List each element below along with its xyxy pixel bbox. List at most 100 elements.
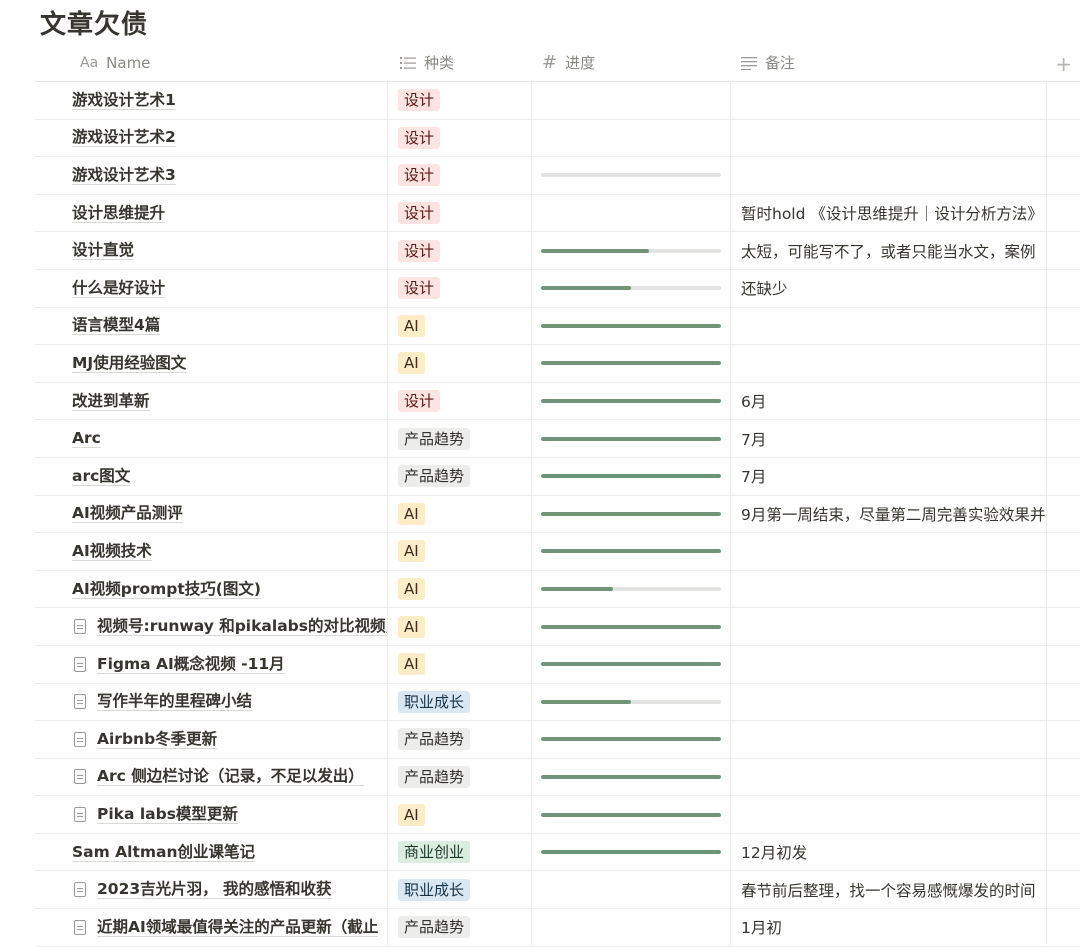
cell-progress[interactable] [532, 645, 731, 683]
cell-note[interactable]: 还缺少 [731, 269, 1047, 307]
cell-name[interactable]: 语言模型4篇 [35, 307, 388, 345]
cell-note[interactable] [731, 721, 1047, 758]
row-title[interactable]: 写作半年的里程碑小结 [97, 692, 253, 712]
cell-progress[interactable] [532, 683, 731, 721]
row-title[interactable]: 设计思维提升 [72, 204, 166, 223]
row-title[interactable]: AI视频技术 [72, 542, 152, 561]
cell-note[interactable] [731, 683, 1047, 721]
cell-kind[interactable]: 职业成长 [388, 683, 532, 721]
cell-name[interactable]: Arc [35, 420, 388, 457]
table-row[interactable]: Arc 侧边栏讨论（记录，不足以发出） 产品趋势 [35, 758, 1080, 797]
table-row[interactable]: AI视频产品测评 AI 9月第一周结束，尽量第二周完善实验效果并 [35, 495, 1080, 534]
cell-name[interactable]: arc图文 [35, 457, 388, 495]
cell-progress[interactable] [532, 608, 731, 645]
cell-name[interactable]: 什么是好设计 [35, 269, 388, 307]
row-title[interactable]: Figma AI概念视频 -11月 [97, 655, 285, 674]
cell-kind[interactable]: 设计 [388, 82, 532, 119]
cell-progress[interactable] [532, 194, 731, 232]
cell-name[interactable]: 游戏设计艺术2 [35, 119, 388, 157]
cell-name[interactable]: 近期AI领域最值得关注的产品更新（截止 [35, 909, 388, 946]
column-header-name[interactable]: Aa Name [35, 44, 388, 81]
cell-note[interactable]: 12月初发 [731, 833, 1047, 871]
cell-progress[interactable] [532, 457, 731, 495]
table-row[interactable]: 改进到革新 设计 6月 [35, 382, 1080, 421]
cell-name[interactable]: AI视频产品测评 [35, 495, 388, 533]
cell-name[interactable]: Figma AI概念视频 -11月 [35, 645, 388, 683]
cell-name[interactable]: Arc 侧边栏讨论（记录，不足以发出） [35, 758, 388, 796]
cell-note[interactable] [731, 157, 1047, 194]
table-row[interactable]: 什么是好设计 设计 还缺少 [35, 269, 1080, 308]
row-title[interactable]: 2023吉光片羽， 我的感悟和收获 [97, 880, 332, 900]
table-row[interactable]: 游戏设计艺术3 设计 [35, 157, 1080, 195]
cell-progress[interactable] [532, 82, 731, 119]
row-title[interactable]: 语言模型4篇 [72, 316, 161, 336]
cell-note[interactable] [731, 608, 1047, 645]
cell-kind[interactable]: 设计 [388, 269, 532, 307]
cell-note[interactable] [731, 570, 1047, 608]
cell-kind[interactable]: 产品趋势 [388, 758, 532, 796]
cell-note[interactable] [731, 758, 1047, 796]
cell-note[interactable] [731, 345, 1047, 382]
cell-kind[interactable]: 设计 [388, 194, 532, 232]
cell-note[interactable]: 9月第一周结束，尽量第二周完善实验效果并 [731, 495, 1047, 533]
cell-progress[interactable] [532, 758, 731, 796]
table-row[interactable]: MJ使用经验图文 AI [35, 345, 1080, 383]
cell-name[interactable]: 写作半年的里程碑小结 [35, 683, 388, 721]
cell-progress[interactable] [532, 232, 731, 269]
cell-kind[interactable]: 产品趋势 [388, 721, 532, 758]
cell-progress[interactable] [532, 420, 731, 457]
cell-note[interactable]: 太短，可能写不了，或者只能当水文，案例 [731, 232, 1047, 269]
cell-kind[interactable]: 职业成长 [388, 871, 532, 909]
cell-name[interactable]: 改进到革新 [35, 382, 388, 420]
table-row[interactable]: 设计直觉 设计 太短，可能写不了，或者只能当水文，案例 [35, 232, 1080, 270]
table-row[interactable]: 写作半年的里程碑小结 职业成长 [35, 683, 1080, 722]
cell-note[interactable]: 1月初 [731, 909, 1047, 946]
row-title[interactable]: 游戏设计艺术1 [72, 91, 176, 110]
cell-progress[interactable] [532, 833, 731, 871]
table-row[interactable]: Arc 产品趋势 7月 [35, 420, 1080, 458]
table-row[interactable]: 视频号:runway 和pikalabs的对比视频,结 AI [35, 608, 1080, 646]
cell-note[interactable]: 暂时hold 《设计思维提升｜设计分析方法》 [731, 194, 1047, 232]
cell-name[interactable]: Sam Altman创业课笔记 [35, 833, 388, 871]
cell-kind[interactable]: 设计 [388, 232, 532, 269]
cell-progress[interactable] [532, 345, 731, 382]
cell-progress[interactable] [532, 909, 731, 946]
cell-kind[interactable]: 产品趋势 [388, 457, 532, 495]
cell-name[interactable]: Pika labs模型更新 [35, 796, 388, 833]
row-title[interactable]: 设计直觉 [72, 241, 135, 261]
cell-name[interactable]: 设计直觉 [35, 232, 388, 269]
cell-note[interactable]: 6月 [731, 382, 1047, 420]
cell-note[interactable]: 春节前后整理，找一个容易感慨爆发的时间 [731, 871, 1047, 909]
cell-progress[interactable] [532, 307, 731, 345]
cell-name[interactable]: Airbnb冬季更新 [35, 721, 388, 758]
table-row[interactable]: Pika labs模型更新 AI [35, 796, 1080, 834]
cell-kind[interactable]: AI [388, 570, 532, 608]
cell-note[interactable]: 7月 [731, 420, 1047, 457]
cell-note[interactable] [731, 307, 1047, 345]
add-column-icon[interactable]: + [1055, 52, 1072, 76]
table-row[interactable]: 2023吉光片羽， 我的感悟和收获 职业成长 春节前后整理，找一个容易感慨爆发的时间 [35, 871, 1080, 910]
table-row[interactable]: 游戏设计艺术1 设计 [35, 82, 1080, 120]
cell-progress[interactable] [532, 533, 731, 570]
table-row[interactable]: Airbnb冬季更新 产品趋势 [35, 721, 1080, 759]
cell-progress[interactable] [532, 721, 731, 758]
cell-note[interactable] [731, 119, 1047, 157]
cell-kind[interactable]: 设计 [388, 157, 532, 194]
cell-note[interactable] [731, 82, 1047, 119]
table-row[interactable]: AI视频prompt技巧(图文) AI [35, 570, 1080, 609]
column-header-progress[interactable]: # 进度 [532, 44, 731, 81]
row-title[interactable]: AI视频产品测评 [72, 504, 183, 524]
row-title[interactable]: arc图文 [72, 467, 131, 486]
table-row[interactable]: 语言模型4篇 AI [35, 307, 1080, 346]
cell-kind[interactable]: 设计 [388, 119, 532, 157]
table-row[interactable]: Sam Altman创业课笔记 商业创业 12月初发 [35, 833, 1080, 872]
row-title[interactable]: 近期AI领域最值得关注的产品更新（截止 [97, 918, 379, 937]
cell-kind[interactable]: AI [388, 495, 532, 533]
cell-progress[interactable] [532, 119, 731, 157]
cell-progress[interactable] [532, 495, 731, 533]
row-title[interactable]: MJ使用经验图文 [72, 354, 187, 373]
table-row[interactable]: AI视频技术 AI [35, 533, 1080, 571]
cell-name[interactable]: AI视频prompt技巧(图文) [35, 570, 388, 608]
cell-name[interactable]: 游戏设计艺术3 [35, 157, 388, 194]
cell-name[interactable]: 设计思维提升 [35, 194, 388, 232]
